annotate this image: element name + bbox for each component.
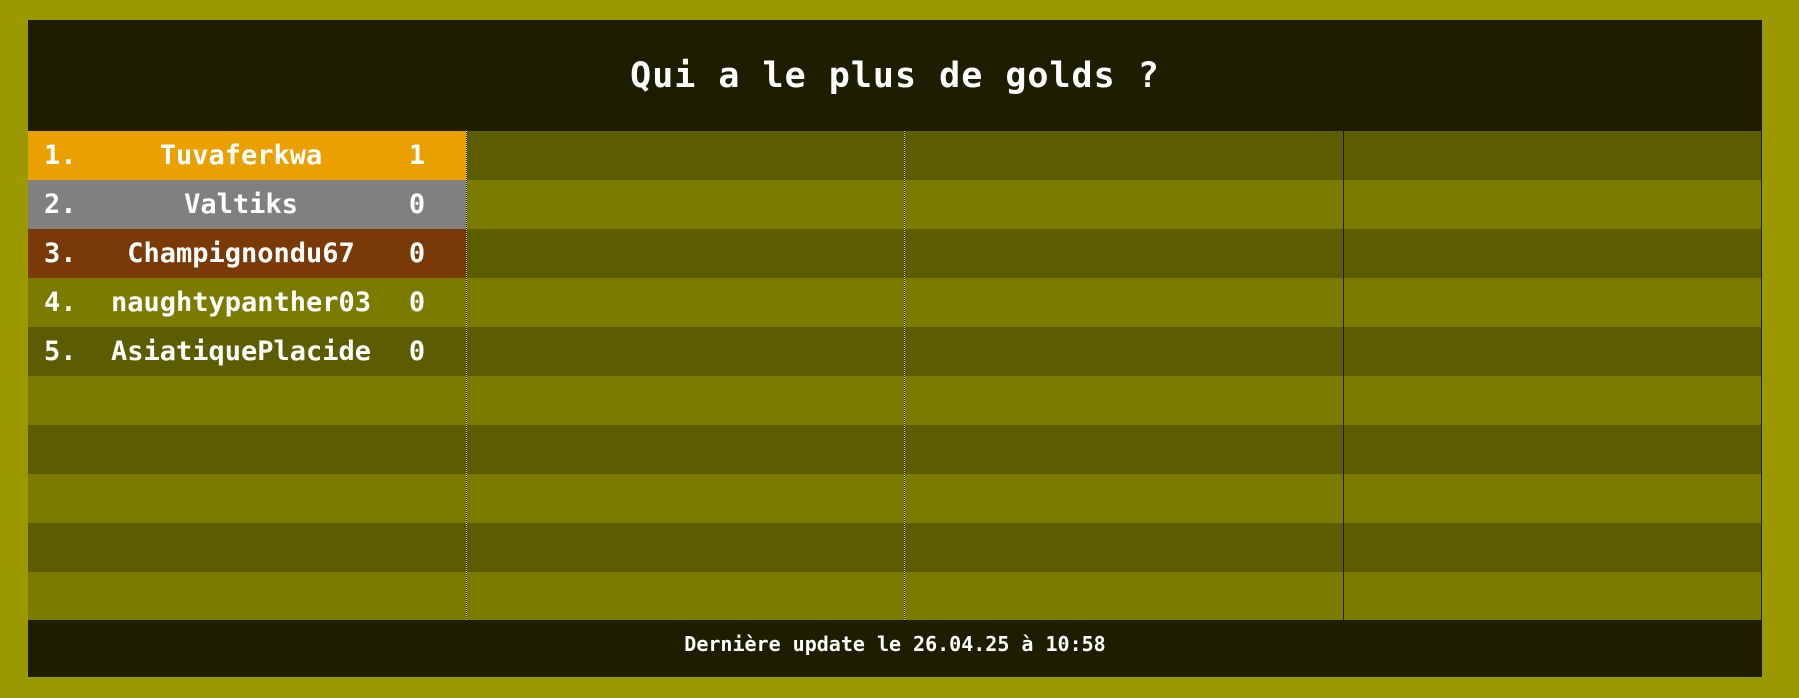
empty-row xyxy=(1344,229,1761,278)
empty-row xyxy=(905,376,1343,425)
empty-row xyxy=(905,327,1343,376)
leaderboard-row: 2. Valtiks 0 xyxy=(28,180,466,229)
player-score: 0 xyxy=(408,287,426,318)
player-name: AsiatiquePlacide xyxy=(110,336,372,367)
empty-row xyxy=(1344,278,1761,327)
player-name: naughtypanther03 xyxy=(110,287,372,318)
empty-row xyxy=(905,229,1343,278)
empty-row xyxy=(467,523,904,572)
rank-label: 5. xyxy=(44,336,77,367)
empty-row xyxy=(28,376,466,425)
empty-row xyxy=(467,278,904,327)
player-name: Valtiks xyxy=(184,189,298,220)
empty-row xyxy=(467,180,904,229)
last-update-text: Dernière update le 26.04.25 à 10:58 xyxy=(684,632,1106,656)
empty-row xyxy=(905,474,1343,523)
empty-row xyxy=(467,572,904,620)
leaderboard-column-3 xyxy=(905,131,1344,620)
player-score: 0 xyxy=(408,189,426,220)
leaderboard-row: 5. AsiatiquePlacide 0 xyxy=(28,327,466,376)
leaderboard-panel: Qui a le plus de golds ? 1. Tuvaferkwa 1… xyxy=(28,20,1762,677)
player-score: 0 xyxy=(408,238,426,269)
empty-row xyxy=(905,523,1343,572)
player-name: Champignondu67 xyxy=(127,238,355,269)
empty-row xyxy=(905,180,1343,229)
empty-row xyxy=(28,474,466,523)
empty-row xyxy=(1344,572,1761,620)
player-name: Tuvaferkwa xyxy=(159,140,323,171)
empty-row xyxy=(905,572,1343,620)
empty-row xyxy=(28,523,466,572)
empty-row xyxy=(1344,523,1761,572)
player-score: 0 xyxy=(408,336,426,367)
rank-label: 3. xyxy=(44,238,77,269)
empty-row xyxy=(467,376,904,425)
empty-row xyxy=(1344,474,1761,523)
leaderboard-grid: 1. Tuvaferkwa 1 2. Valtiks 0 3. Champign… xyxy=(28,131,1762,620)
leaderboard-row: 4. naughtypanther03 0 xyxy=(28,278,466,327)
rank-label: 4. xyxy=(44,287,77,318)
leaderboard-column-1: 1. Tuvaferkwa 1 2. Valtiks 0 3. Champign… xyxy=(28,131,467,620)
empty-row xyxy=(1344,376,1761,425)
empty-row xyxy=(1344,327,1761,376)
empty-row xyxy=(467,474,904,523)
leaderboard-column-4 xyxy=(1344,131,1762,620)
leaderboard-row: 1. Tuvaferkwa 1 xyxy=(28,131,466,180)
empty-row xyxy=(905,131,1343,180)
empty-row xyxy=(1344,180,1761,229)
empty-row xyxy=(905,278,1343,327)
rank-label: 1. xyxy=(44,140,77,171)
empty-row xyxy=(28,572,466,620)
empty-row xyxy=(467,327,904,376)
page-title: Qui a le plus de golds ? xyxy=(630,55,1160,96)
empty-row xyxy=(467,425,904,474)
leaderboard-column-2 xyxy=(467,131,905,620)
player-score: 1 xyxy=(408,140,426,171)
empty-row xyxy=(467,229,904,278)
empty-row xyxy=(1344,131,1761,180)
empty-row xyxy=(905,425,1343,474)
leaderboard-row: 3. Champignondu67 0 xyxy=(28,229,466,278)
rank-label: 2. xyxy=(44,189,77,220)
empty-row xyxy=(1344,425,1761,474)
empty-row xyxy=(467,131,904,180)
empty-row xyxy=(28,425,466,474)
